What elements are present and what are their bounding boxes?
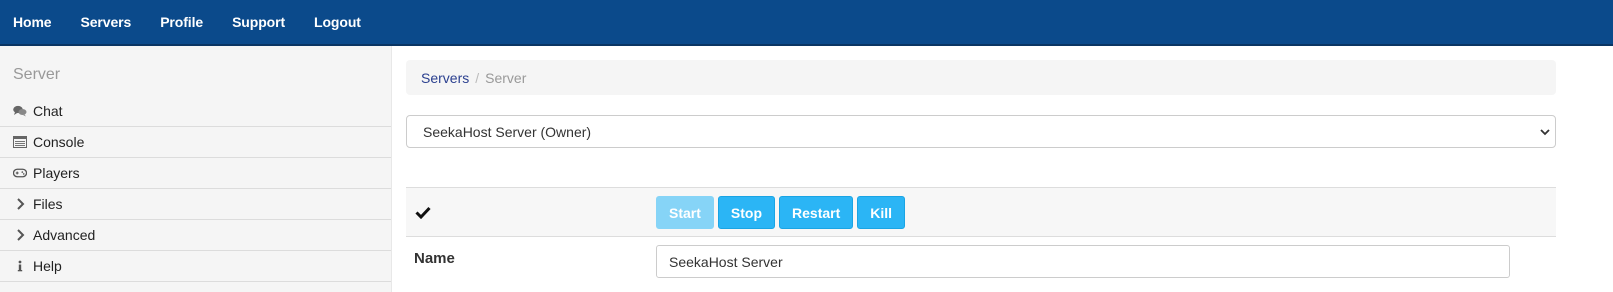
sidebar-item-files[interactable]: Files xyxy=(0,189,391,220)
nav-support[interactable]: Support xyxy=(232,2,285,42)
chevron-down-icon xyxy=(1539,125,1551,142)
sidebar-item-label: Advanced xyxy=(33,227,96,243)
sidebar-item-help[interactable]: Help xyxy=(0,251,391,282)
sidebar-item-advanced[interactable]: Advanced xyxy=(0,220,391,251)
breadcrumb-separator: / xyxy=(475,69,480,86)
name-label: Name xyxy=(414,250,455,267)
stop-button[interactable]: Stop xyxy=(717,196,776,229)
info-icon xyxy=(13,259,27,273)
sidebar-item-label: Players xyxy=(33,165,80,181)
gamepad-icon xyxy=(13,166,27,180)
sidebar-item-label: Files xyxy=(33,196,63,212)
nav-home[interactable]: Home xyxy=(13,2,52,42)
sidebar-item-label: Chat xyxy=(33,103,63,119)
breadcrumb: Servers / Server xyxy=(406,60,1556,95)
breadcrumb-servers-link[interactable]: Servers xyxy=(421,70,469,86)
breadcrumb-current: Server xyxy=(485,69,527,86)
start-button[interactable]: Start xyxy=(656,196,714,229)
server-controls-row: Start Stop Restart Kill xyxy=(406,187,1556,237)
sidebar-heading: Server xyxy=(13,66,61,83)
nav-servers[interactable]: Servers xyxy=(81,2,132,42)
checkmark-icon xyxy=(415,206,431,222)
top-navbar: Home Servers Profile Support Logout xyxy=(0,0,1613,46)
sidebar: Server Chat Console Players Files Advanc… xyxy=(0,46,392,292)
sidebar-item-label: Help xyxy=(33,258,62,274)
kill-button[interactable]: Kill xyxy=(857,196,906,229)
nav-logout[interactable]: Logout xyxy=(314,2,361,42)
restart-button[interactable]: Restart xyxy=(779,196,854,229)
sidebar-item-chat[interactable]: Chat xyxy=(0,96,391,127)
sidebar-item-label: Console xyxy=(33,134,85,150)
sidebar-item-console[interactable]: Console xyxy=(0,127,391,158)
nav-profile[interactable]: Profile xyxy=(160,2,203,42)
chat-bubbles-icon xyxy=(13,104,27,118)
main-content: Servers / Server SeekaHost Server (Owner… xyxy=(406,60,1556,278)
name-input-value: SeekaHost Server xyxy=(669,253,783,270)
server-select[interactable]: SeekaHost Server (Owner) xyxy=(406,115,1556,148)
chevron-right-icon xyxy=(13,197,27,211)
server-control-buttons: Start Stop Restart Kill xyxy=(656,196,909,229)
chevron-right-icon xyxy=(13,228,27,242)
server-select-value: SeekaHost Server (Owner) xyxy=(423,123,592,140)
name-input[interactable]: SeekaHost Server xyxy=(656,245,1510,278)
console-window-icon xyxy=(13,135,27,149)
sidebar-item-players[interactable]: Players xyxy=(0,158,391,189)
